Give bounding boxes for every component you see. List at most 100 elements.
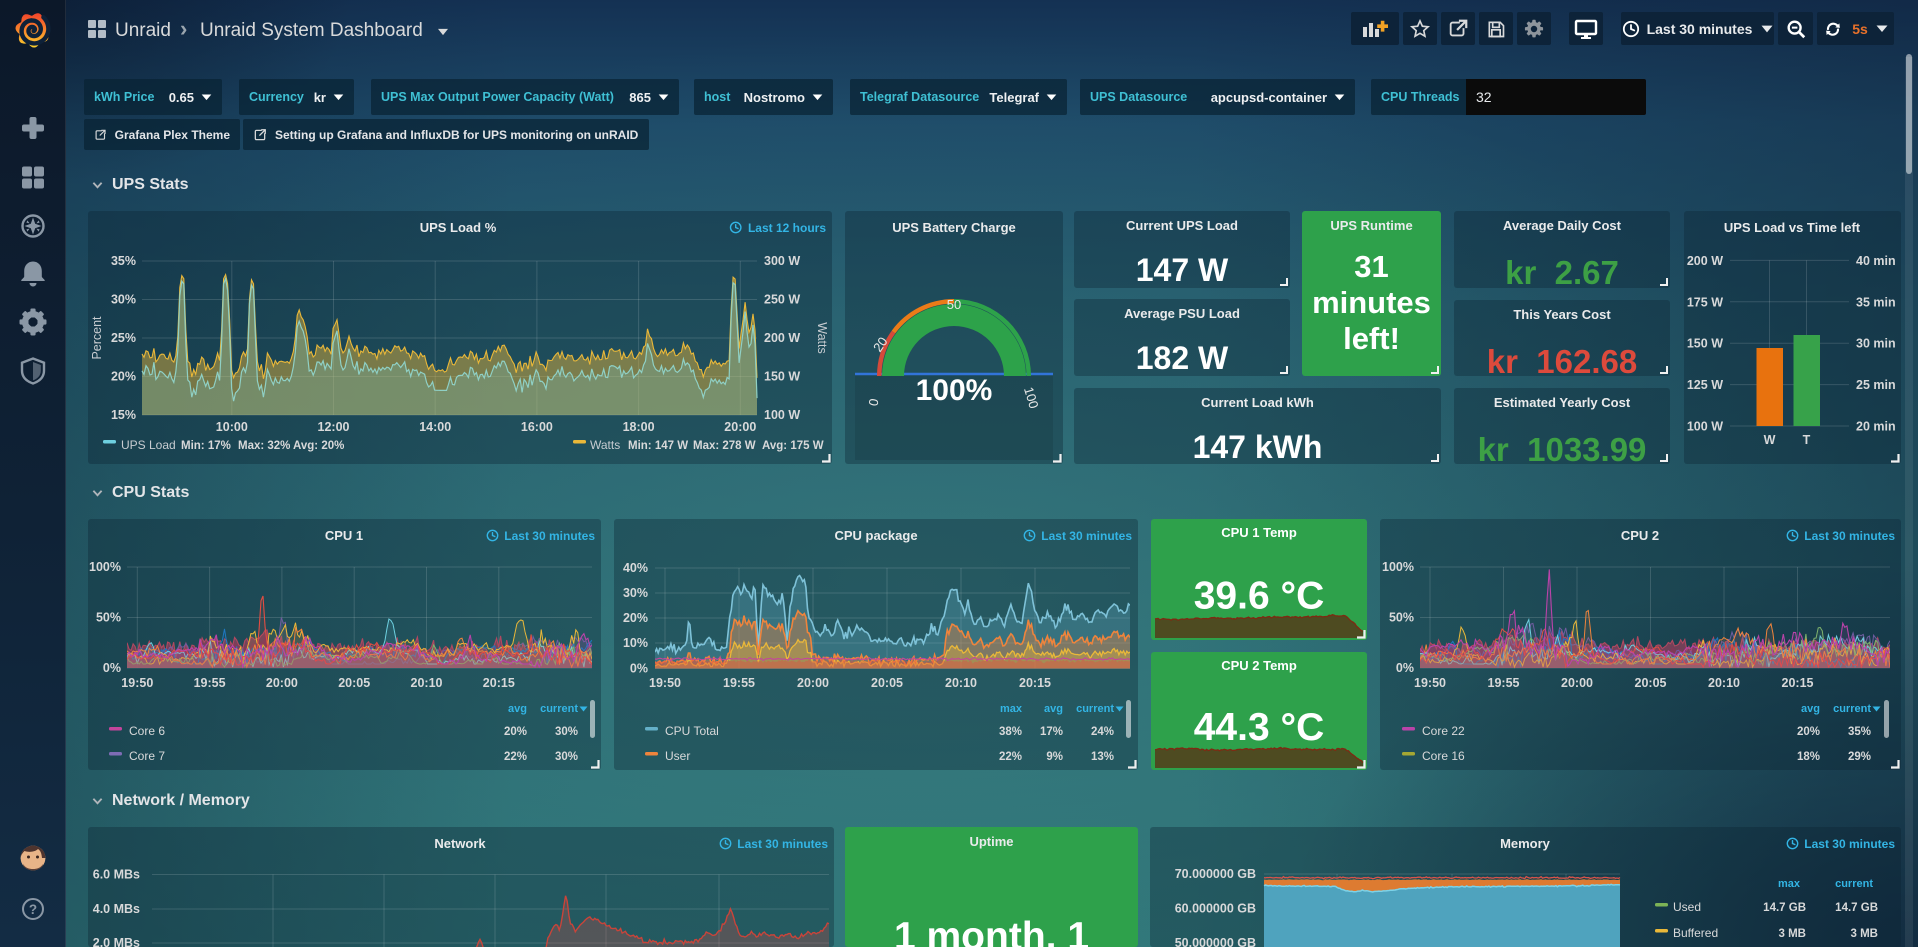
svg-text:70.000000 GB: 70.000000 GB <box>1175 867 1256 881</box>
svg-text:100 W: 100 W <box>1687 420 1723 434</box>
svg-text:19:55: 19:55 <box>1488 676 1520 690</box>
svg-text:Used: Used <box>1673 900 1701 914</box>
svg-text:CPU package: CPU package <box>834 528 917 543</box>
svg-text:Last 30 minutes: Last 30 minutes <box>1804 837 1895 851</box>
svg-text:20%: 20% <box>504 726 527 738</box>
svg-text:100%: 100% <box>89 560 121 574</box>
svg-text:10%: 10% <box>623 636 648 650</box>
svg-text:19:55: 19:55 <box>194 676 226 690</box>
svg-text:Unraid System Dashboard: Unraid System Dashboard <box>200 20 423 41</box>
svg-text:29%: 29% <box>1848 751 1871 763</box>
svg-text:20:05: 20:05 <box>338 676 370 690</box>
svg-text:UPS Load %: UPS Load % <box>420 220 497 235</box>
svg-text:200 W: 200 W <box>1687 254 1723 268</box>
svg-text:20%: 20% <box>111 370 136 384</box>
svg-text:CPU 2 Temp: CPU 2 Temp <box>1221 658 1297 673</box>
svg-text:Min: 147 W: Min: 147 W <box>628 440 688 452</box>
svg-text:4.0 MBs: 4.0 MBs <box>93 902 140 916</box>
svg-text:max: max <box>1778 878 1801 890</box>
svg-text:30%: 30% <box>555 726 578 738</box>
svg-text:20:15: 20:15 <box>483 676 515 690</box>
svg-text:CPU 2: CPU 2 <box>1621 528 1659 543</box>
svg-text:20:05: 20:05 <box>871 676 903 690</box>
svg-text:current: current <box>1076 703 1114 715</box>
svg-text:25%: 25% <box>111 331 136 345</box>
svg-text:50%: 50% <box>96 611 121 625</box>
svg-text:0%: 0% <box>630 662 648 676</box>
svg-text:60.000000 GB: 60.000000 GB <box>1175 902 1256 916</box>
svg-text:Last 30 minutes: Last 30 minutes <box>504 529 595 543</box>
svg-text:44.3 °C: 44.3 °C <box>1194 706 1325 749</box>
svg-text:125 W: 125 W <box>1687 378 1723 392</box>
svg-text:300 W: 300 W <box>764 254 800 268</box>
svg-text:20:00: 20:00 <box>266 676 298 690</box>
svg-text:20:05: 20:05 <box>1635 676 1667 690</box>
svg-text:Core 22: Core 22 <box>1422 724 1465 738</box>
svg-text:20%: 20% <box>623 611 648 625</box>
svg-text:Memory: Memory <box>1500 836 1551 851</box>
svg-text:avg: avg <box>1801 703 1820 715</box>
svg-text:Max: 32%: Max: 32% <box>238 440 290 452</box>
svg-text:250 W: 250 W <box>764 293 800 307</box>
svg-text:0%: 0% <box>103 661 121 675</box>
svg-text:User: User <box>665 749 690 763</box>
svg-text:Avg: 175 W: Avg: 175 W <box>762 440 824 452</box>
svg-text:175 W: 175 W <box>1687 295 1723 309</box>
svg-text:CPU 1 Temp: CPU 1 Temp <box>1221 525 1297 540</box>
svg-text:current: current <box>540 703 578 715</box>
svg-text:avg: avg <box>1044 703 1063 715</box>
svg-text:UPS Load: UPS Load <box>121 438 176 452</box>
svg-text:40 min: 40 min <box>1856 254 1896 268</box>
svg-text:Min: 17%: Min: 17% <box>181 440 231 452</box>
svg-text:20:00: 20:00 <box>1561 676 1593 690</box>
svg-text:20%: 20% <box>1797 726 1820 738</box>
svg-text:35%: 35% <box>111 254 136 268</box>
svg-text:20 min: 20 min <box>1856 420 1896 434</box>
svg-text:9%: 9% <box>1046 751 1063 763</box>
svg-text:30%: 30% <box>111 293 136 307</box>
svg-text:20:10: 20:10 <box>1708 676 1740 690</box>
svg-text:CPU 1: CPU 1 <box>325 528 363 543</box>
svg-text:100%: 100% <box>916 374 993 407</box>
svg-text:Buffered: Buffered <box>1673 926 1718 940</box>
svg-text:T: T <box>1803 433 1811 447</box>
svg-text:Watts: Watts <box>815 322 829 353</box>
svg-text:Max: 278 W: Max: 278 W <box>693 440 756 452</box>
svg-text:35%: 35% <box>1848 726 1871 738</box>
svg-text:50%: 50% <box>1389 611 1414 625</box>
svg-text:150 W: 150 W <box>764 370 800 384</box>
svg-text:24%: 24% <box>1091 726 1114 738</box>
svg-text:6.0 MBs: 6.0 MBs <box>93 868 140 882</box>
svg-text:150 W: 150 W <box>1687 337 1723 351</box>
svg-text:20:15: 20:15 <box>1782 676 1814 690</box>
svg-text:16:00: 16:00 <box>521 420 553 434</box>
svg-text:Percent: Percent <box>90 316 104 360</box>
svg-text:14.7 GB: 14.7 GB <box>1835 902 1878 914</box>
svg-text:20:00: 20:00 <box>724 420 756 434</box>
svg-text:avg: avg <box>508 703 527 715</box>
svg-text:19:50: 19:50 <box>1414 676 1446 690</box>
svg-text:200 W: 200 W <box>764 331 800 345</box>
svg-text:Last 30 minutes: Last 30 minutes <box>1041 529 1132 543</box>
svg-text:current: current <box>1833 703 1871 715</box>
svg-text:30 min: 30 min <box>1856 337 1896 351</box>
svg-text:19:50: 19:50 <box>121 676 153 690</box>
svg-text:15%: 15% <box>111 408 136 422</box>
svg-text:30%: 30% <box>555 751 578 763</box>
svg-text:Core 6: Core 6 <box>129 724 165 738</box>
svg-text:100%: 100% <box>1382 560 1414 574</box>
svg-text:max: max <box>1000 703 1023 715</box>
svg-text:Core 16: Core 16 <box>1422 749 1465 763</box>
svg-text:Core 7: Core 7 <box>129 749 165 763</box>
svg-text:2.0 MBs: 2.0 MBs <box>93 936 140 947</box>
svg-text:18:00: 18:00 <box>623 420 655 434</box>
svg-text:›: › <box>180 16 187 41</box>
svg-text:CPU Total: CPU Total <box>665 724 719 738</box>
svg-text:22%: 22% <box>504 751 527 763</box>
svg-text:?: ? <box>29 902 37 917</box>
svg-text:25 min: 25 min <box>1856 378 1896 392</box>
svg-text:UPS Load vs Time left: UPS Load vs Time left <box>1724 220 1861 235</box>
svg-text:14.7 GB: 14.7 GB <box>1763 902 1806 914</box>
svg-text:20:10: 20:10 <box>945 676 977 690</box>
svg-text:20:15: 20:15 <box>1019 676 1051 690</box>
